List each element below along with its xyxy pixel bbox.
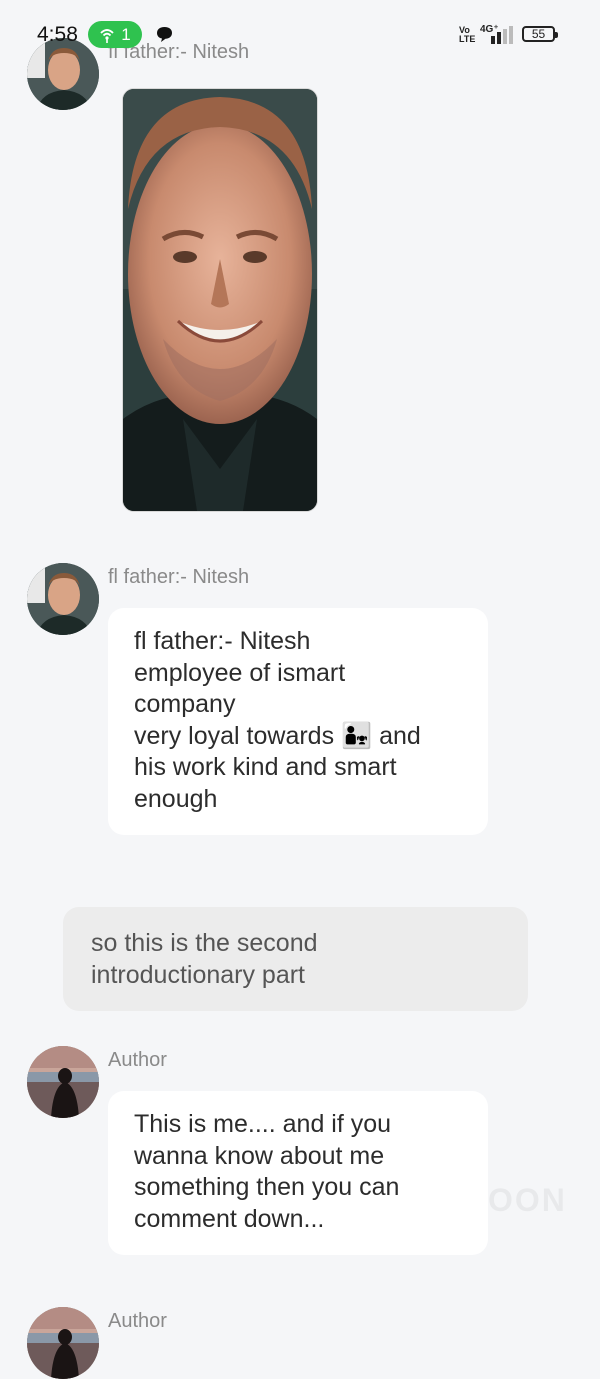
narration-line: introductionary part <box>91 961 306 989</box>
status-time: 4:58 <box>37 23 78 46</box>
avatar-silhouette-icon <box>27 1046 99 1118</box>
sender-name: fl father:- Nitesh <box>108 566 250 588</box>
battery-level: 55 <box>531 27 546 41</box>
avatar[interactable] <box>27 563 99 635</box>
hotspot-indicator[interactable]: 1 <box>88 21 142 48</box>
watermark: OON <box>488 1182 567 1218</box>
avatar-man-icon <box>27 563 99 635</box>
message-line: comment down... <box>134 1204 325 1233</box>
message-bubble[interactable]: This is me.... and if you wanna know abo… <box>108 1091 488 1255</box>
avatar-silhouette-icon <box>27 1307 99 1379</box>
message-bubble[interactable]: fl father:- Nitesh employee of ismart co… <box>108 608 488 835</box>
message-line: enough <box>134 784 218 813</box>
wifi-hotspot-icon <box>100 28 114 43</box>
author-avatar[interactable] <box>27 1307 99 1379</box>
battery-icon: 55 <box>522 26 558 42</box>
narration-bubble[interactable]: so this is the second introductionary pa… <box>63 907 528 1011</box>
message-line: something then you can <box>134 1173 400 1202</box>
family-emoji: 👨‍👧 <box>341 721 373 750</box>
message-line: employee of ismart <box>134 658 346 687</box>
message-text: and <box>379 721 421 750</box>
sender-name: Author <box>108 1049 167 1071</box>
message-line: his work kind and smart <box>134 753 397 782</box>
hotspot-count: 1 <box>121 24 131 44</box>
message-line: fl father:- Nitesh <box>134 627 311 655</box>
message-line: company <box>134 690 236 719</box>
sender-name: Author <box>108 1310 167 1332</box>
message-line-with-emoji: very loyal towards 👨‍👧 and <box>134 721 462 753</box>
portrait-photo <box>123 89 317 511</box>
volte-indicator: Vo LTE <box>459 25 476 44</box>
shared-photo[interactable] <box>122 88 318 512</box>
message-line: wanna know about me <box>134 1141 385 1170</box>
narration-line: so this is the second <box>91 929 318 957</box>
message-line: This is me.... and if you <box>134 1110 392 1138</box>
signal-icon <box>491 26 513 44</box>
message-text: very loyal towards <box>134 721 335 750</box>
author-avatar[interactable] <box>27 1046 99 1118</box>
chat-bubble-icon <box>157 27 172 42</box>
status-bar: 4:58 1 Vo LTE 4G⁺ 55 <box>0 0 600 50</box>
